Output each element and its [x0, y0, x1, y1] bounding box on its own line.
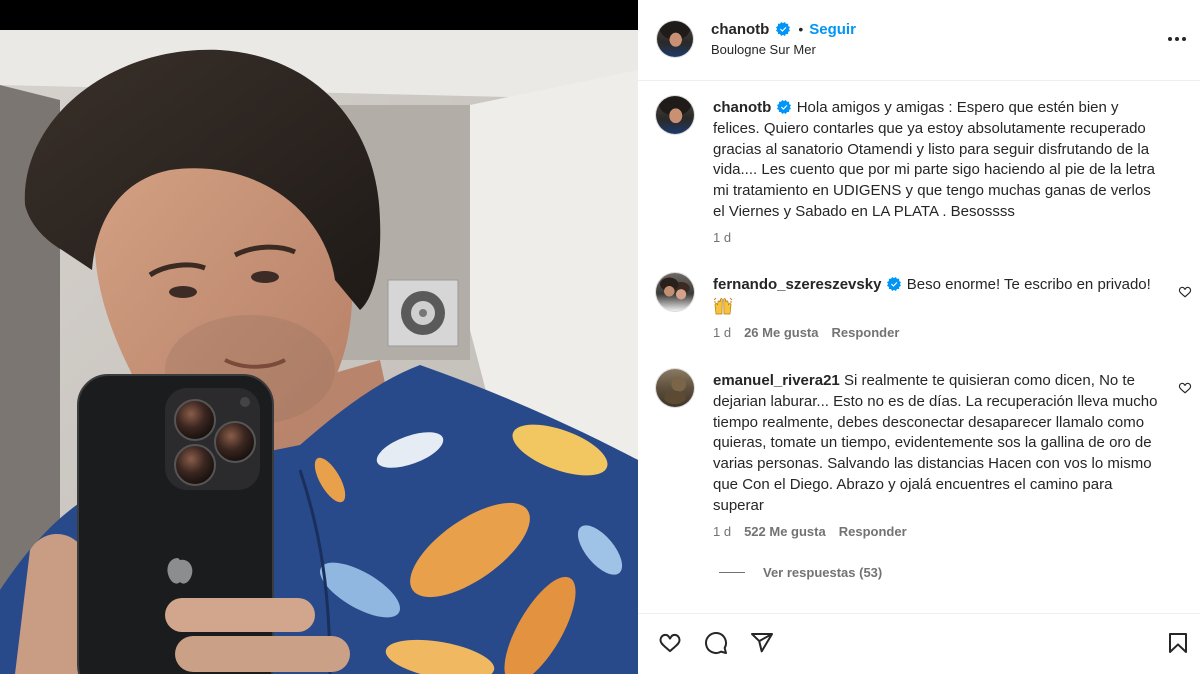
caption-username[interactable]: chanotb: [713, 99, 771, 116]
verified-badge-icon: [776, 100, 791, 114]
comment-username[interactable]: emanuel_rivera21: [713, 372, 840, 389]
raising-hands-emoji-icon: [713, 297, 733, 315]
comment-meta: 1 d 522 Me gusta Responder: [713, 524, 907, 540]
post-photo[interactable]: [0, 0, 638, 674]
bookmark-icon[interactable]: [1166, 631, 1190, 655]
comment-likes[interactable]: 522 Me gusta: [744, 524, 826, 540]
post-photo-image: [0, 30, 638, 674]
verified-badge-icon: [886, 277, 901, 291]
heart-outline-icon[interactable]: [1178, 285, 1192, 299]
comment-text: Beso enorme! Te escribo en privado!: [906, 276, 1151, 293]
verified-badge-icon: [776, 22, 791, 36]
view-replies-button[interactable]: Ver respuestas (53): [719, 565, 882, 580]
comment-username[interactable]: fernando_szereszevsky: [713, 276, 881, 293]
post-caption: chanotb Hola amigos y amigas : Espero qu…: [713, 98, 1163, 223]
comment: emanuel_rivera21 Si realmente te quisier…: [713, 371, 1163, 517]
comment-icon[interactable]: [704, 631, 728, 655]
header-divider: [638, 80, 1200, 81]
more-horizontal-icon[interactable]: [1165, 31, 1189, 47]
view-replies-label: Ver respuestas (53): [763, 565, 883, 580]
heart-outline-icon[interactable]: [1178, 381, 1192, 395]
header-separator: •: [798, 21, 804, 37]
post-header: chanotb • Seguir: [711, 19, 856, 39]
comment: fernando_szereszevsky Beso enorme! Te es…: [713, 275, 1163, 319]
comment-time[interactable]: 1 d: [713, 325, 731, 341]
post-location[interactable]: Boulogne Sur Mer: [711, 42, 816, 57]
comment-avatar[interactable]: [656, 369, 694, 407]
reply-button[interactable]: Responder: [832, 325, 900, 341]
comment-likes[interactable]: 26 Me gusta: [744, 325, 818, 341]
comment-avatar[interactable]: [656, 273, 694, 311]
reply-button[interactable]: Responder: [839, 524, 907, 540]
caption-time[interactable]: 1 d: [713, 230, 731, 246]
post-side-panel: chanotb • Seguir Boulogne Sur Mer chanot…: [638, 0, 1200, 674]
replies-line: [719, 572, 745, 573]
author-avatar[interactable]: [657, 21, 693, 57]
caption-text: Hola amigos y amigas : Espero que estén …: [713, 99, 1155, 220]
comment-time[interactable]: 1 d: [713, 524, 731, 540]
heart-icon[interactable]: [658, 631, 682, 655]
author-username[interactable]: chanotb: [711, 21, 769, 38]
share-icon[interactable]: [750, 631, 774, 655]
comment-meta: 1 d 26 Me gusta Responder: [713, 325, 899, 341]
actions-divider: [638, 613, 1200, 614]
comment-text: Si realmente te quisieran como dicen, No…: [713, 372, 1158, 514]
caption-avatar[interactable]: [656, 96, 694, 134]
follow-button[interactable]: Seguir: [809, 21, 856, 38]
